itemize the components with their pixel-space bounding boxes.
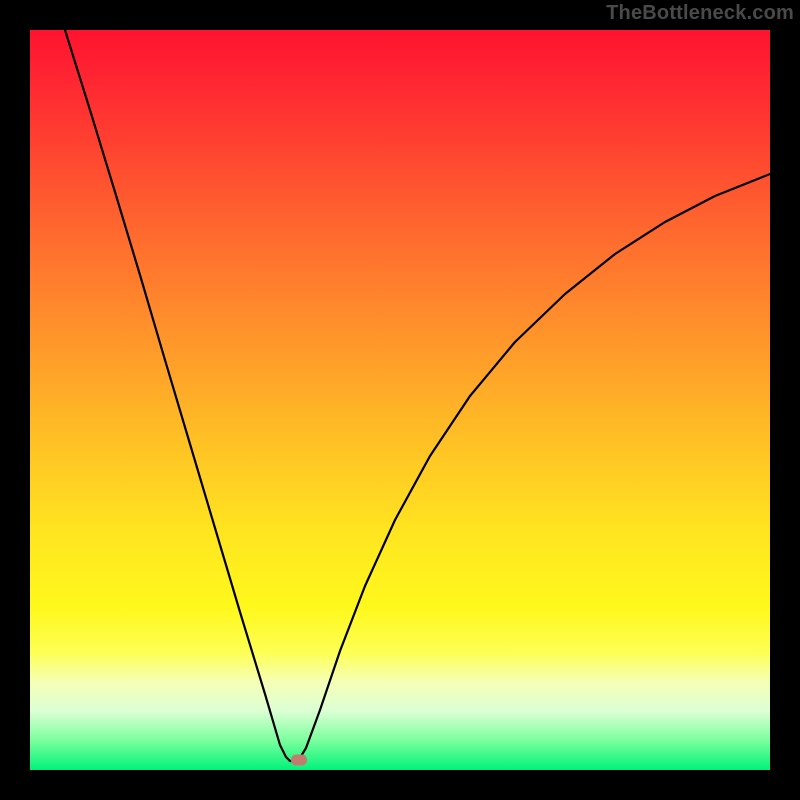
watermark-text: TheBottleneck.com [606,2,794,25]
curve-svg [30,30,770,770]
plot-area [30,30,770,770]
bottleneck-curve [65,30,770,761]
minimum-marker [291,755,307,766]
chart-frame: TheBottleneck.com [0,0,800,800]
